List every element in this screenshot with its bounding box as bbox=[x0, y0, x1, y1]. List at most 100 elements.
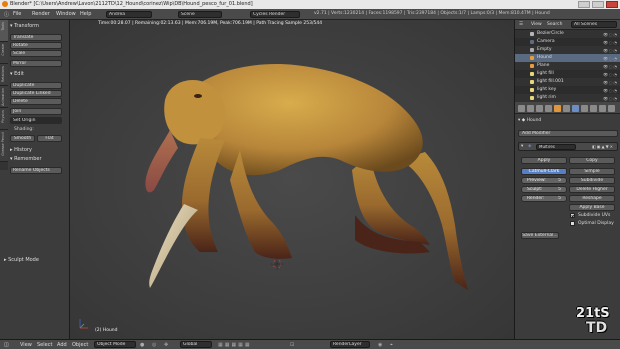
delete-higher-button[interactable]: Delete Higher bbox=[569, 186, 615, 193]
info-type-icon[interactable]: ⓘ bbox=[4, 11, 9, 18]
edit-panel-header[interactable]: ▾ Edit bbox=[10, 71, 24, 77]
translate-button[interactable]: Translate bbox=[10, 34, 62, 41]
camera-icon bbox=[530, 40, 534, 44]
3d-viewport[interactable]: Time:00:28.07 | Remaining:02:13.63 | Mem… bbox=[70, 20, 514, 339]
simple-toggle[interactable]: Simple bbox=[569, 168, 615, 175]
tab-animation[interactable]: Animation bbox=[0, 86, 8, 108]
transform-panel-header[interactable]: ▾ Transform bbox=[10, 23, 39, 29]
outliner-type-icon[interactable]: ☰ bbox=[519, 22, 523, 27]
mesh-icon bbox=[530, 64, 534, 68]
menu-file[interactable]: File bbox=[13, 11, 21, 17]
delete-button[interactable]: Delete bbox=[10, 98, 62, 105]
mode-dropdown[interactable]: Object Mode bbox=[94, 341, 136, 348]
maximize-button[interactable] bbox=[592, 1, 604, 8]
layer-buttons[interactable]: ▦▦▦▦▦ bbox=[218, 342, 252, 348]
object-tab-icon[interactable] bbox=[554, 105, 561, 112]
outliner-row[interactable]: BezierCircle 👁◌◔ bbox=[515, 30, 620, 38]
duplicate-linked-button[interactable]: Duplicate Linked bbox=[10, 90, 62, 97]
save-external-button[interactable]: Save External... bbox=[521, 232, 559, 239]
outliner-view-menu[interactable]: View bbox=[531, 22, 542, 27]
catmull-clark-toggle[interactable]: Catmull-Clark bbox=[521, 168, 567, 175]
outliner-scene-dropdown[interactable]: All Scenes bbox=[571, 21, 617, 28]
modifier-copy-button[interactable]: Copy bbox=[569, 157, 615, 164]
sculpt-mode-header[interactable]: ▸ Sculpt Mode bbox=[4, 257, 39, 263]
orientation-dropdown[interactable]: Global bbox=[180, 341, 212, 348]
rotate-button[interactable]: Rotate bbox=[10, 42, 62, 49]
hound-trunk bbox=[145, 130, 178, 193]
render-levels-field[interactable]: Render: 5 bbox=[521, 195, 567, 202]
tab-physics[interactable]: Physics bbox=[0, 108, 8, 130]
tab-relations[interactable]: Relations bbox=[0, 64, 8, 86]
tab-tools[interactable]: Tools bbox=[0, 20, 8, 42]
outliner-row[interactable]: Camera 👁◌◔ bbox=[515, 38, 620, 46]
view-menu[interactable]: View bbox=[20, 342, 32, 348]
manipulator-icon[interactable]: ✥ bbox=[164, 342, 168, 348]
modifier-controls[interactable]: ◧▣▲▼✕ bbox=[592, 144, 614, 149]
add-menu[interactable]: Add bbox=[57, 342, 67, 348]
render-engine-dropdown[interactable]: Cycles Render bbox=[250, 11, 300, 18]
snap-icon[interactable]: ⌖ bbox=[390, 342, 393, 348]
object-menu[interactable]: Object bbox=[72, 342, 88, 348]
data-tab-icon[interactable] bbox=[581, 105, 588, 112]
history-panel-header[interactable]: ▸ History bbox=[10, 147, 32, 153]
reshape-button[interactable]: Reshape bbox=[569, 195, 615, 202]
menu-help[interactable]: Help bbox=[80, 11, 91, 17]
viewport-shading-icon[interactable]: ● bbox=[140, 342, 144, 348]
scene-tab-icon[interactable] bbox=[536, 105, 543, 112]
outliner-row[interactable]: light rim 👁◌◔ bbox=[515, 94, 620, 102]
tab-create[interactable]: Create bbox=[0, 42, 8, 64]
outliner-search-menu[interactable]: Search bbox=[547, 22, 562, 27]
scale-button[interactable]: Scale bbox=[10, 50, 62, 57]
outliner-row[interactable]: light fill.001 👁◌◔ bbox=[515, 78, 620, 86]
editor-type-icon[interactable]: ◫ bbox=[4, 342, 9, 348]
outliner-row[interactable]: light key 👁◌◔ bbox=[515, 86, 620, 94]
3d-cursor-icon bbox=[271, 258, 283, 270]
select-menu[interactable]: Select bbox=[37, 342, 52, 348]
shade-flat-button[interactable]: Flat bbox=[37, 135, 62, 142]
minimize-button[interactable] bbox=[578, 1, 590, 8]
menu-window[interactable]: Window bbox=[56, 11, 76, 17]
lock-icon[interactable]: ⊡ bbox=[290, 342, 294, 348]
world-tab-icon[interactable] bbox=[545, 105, 552, 112]
proportional-edit-icon[interactable]: ◉ bbox=[378, 342, 382, 348]
close-button[interactable] bbox=[606, 1, 618, 8]
modifier-apply-button[interactable]: Apply bbox=[521, 157, 567, 164]
join-button[interactable]: Join bbox=[10, 108, 62, 115]
pivot-point-icon[interactable]: ◎ bbox=[152, 342, 156, 348]
texture-tab-icon[interactable] bbox=[599, 105, 606, 112]
active-object-label: (2) Hound bbox=[95, 328, 118, 333]
add-modifier-dropdown[interactable]: Add Modifier bbox=[518, 130, 618, 137]
outliner-row[interactable]: Empty 👁◌◔ bbox=[515, 46, 620, 54]
layers-tab-icon[interactable] bbox=[527, 105, 534, 112]
subdivide-button[interactable]: Subdivide bbox=[569, 177, 615, 184]
screen-layout-dropdown[interactable]: Andrea bbox=[106, 11, 152, 18]
menu-render[interactable]: Render bbox=[32, 11, 50, 17]
subdivide-uvs-checkbox[interactable] bbox=[570, 213, 575, 218]
set-origin-dropdown[interactable]: Set Origin bbox=[10, 117, 62, 124]
optimal-display-checkbox[interactable] bbox=[570, 221, 575, 226]
sculpt-levels-field[interactable]: Sculpt: 5 bbox=[521, 186, 567, 193]
mesh-icon bbox=[530, 56, 534, 60]
mirror-button[interactable]: Mirror bbox=[10, 60, 62, 67]
particles-tab-icon[interactable] bbox=[608, 105, 615, 112]
lamp-icon bbox=[530, 96, 534, 100]
tab-grease-pencil[interactable]: Grease Pencil bbox=[0, 130, 8, 162]
render-layer-dropdown[interactable]: RenderLayer bbox=[330, 341, 370, 348]
preview-levels-field[interactable]: Preview: 5 bbox=[521, 177, 567, 184]
modifier-name-field[interactable]: Multires bbox=[536, 144, 576, 150]
scene-dropdown[interactable]: Scene bbox=[178, 11, 222, 18]
outliner-row[interactable]: Hound 👁◌◔ bbox=[515, 54, 620, 62]
constraints-tab-icon[interactable] bbox=[563, 105, 570, 112]
outliner-row[interactable]: Plane 👁◌◔ bbox=[515, 62, 620, 70]
material-tab-icon[interactable] bbox=[590, 105, 597, 112]
outliner-row[interactable]: light fill 👁◌◔ bbox=[515, 70, 620, 78]
collapse-icon[interactable]: ▾ bbox=[521, 144, 523, 149]
render-tab-icon[interactable] bbox=[518, 105, 525, 112]
modifiers-tab-icon[interactable] bbox=[572, 105, 579, 112]
rename-objects-button[interactable]: Rename Objects bbox=[10, 167, 62, 174]
shade-smooth-button[interactable]: Smooth bbox=[10, 135, 35, 142]
apply-base-button[interactable]: Apply Base bbox=[569, 204, 615, 211]
outliner-header: ☰ View Search All Scenes bbox=[515, 20, 620, 30]
duplicate-button[interactable]: Duplicate bbox=[10, 82, 62, 89]
remember-panel-header[interactable]: ▾ Remember bbox=[10, 156, 42, 162]
